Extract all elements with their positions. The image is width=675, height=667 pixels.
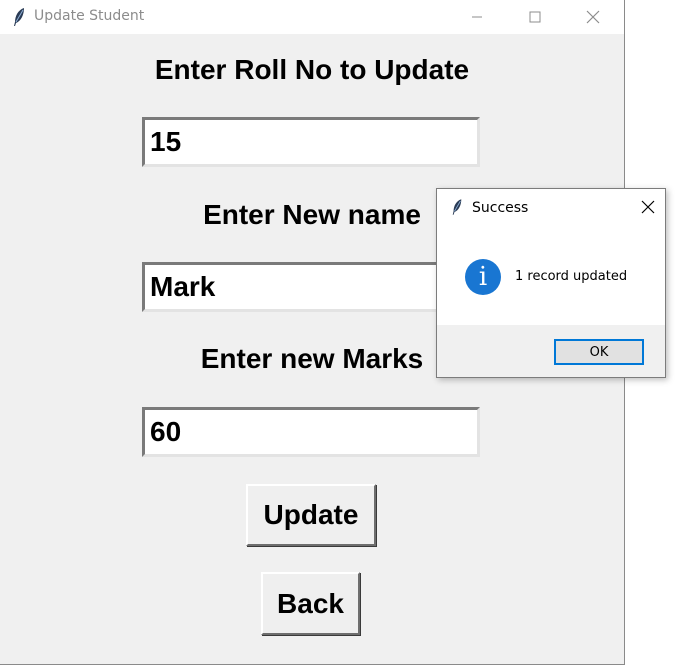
maximize-button[interactable]	[512, 0, 558, 34]
close-icon[interactable]	[639, 198, 657, 216]
dialog-message: 1 record updated	[515, 269, 628, 284]
minimize-button[interactable]	[454, 0, 500, 34]
dialog-footer: OK	[437, 325, 665, 377]
new-name-input[interactable]	[142, 262, 480, 312]
title-bar: Update Student	[0, 0, 624, 34]
info-icon: i	[465, 259, 501, 295]
success-dialog: Success i 1 record updated OK	[436, 188, 666, 378]
close-button[interactable]	[570, 0, 616, 34]
update-button[interactable]: Update	[246, 484, 376, 546]
maximize-icon	[529, 11, 541, 23]
roll-no-input[interactable]	[142, 117, 480, 167]
dialog-title: Success	[472, 200, 529, 216]
ok-button[interactable]: OK	[554, 339, 644, 365]
feather-icon	[452, 199, 462, 215]
minimize-icon	[472, 16, 482, 18]
roll-no-label: Enter Roll No to Update	[154, 54, 470, 85]
feather-icon	[14, 8, 24, 26]
window-title: Update Student	[34, 8, 145, 24]
close-icon	[586, 10, 600, 24]
back-button[interactable]: Back	[261, 572, 360, 635]
new-marks-input[interactable]	[142, 407, 480, 457]
